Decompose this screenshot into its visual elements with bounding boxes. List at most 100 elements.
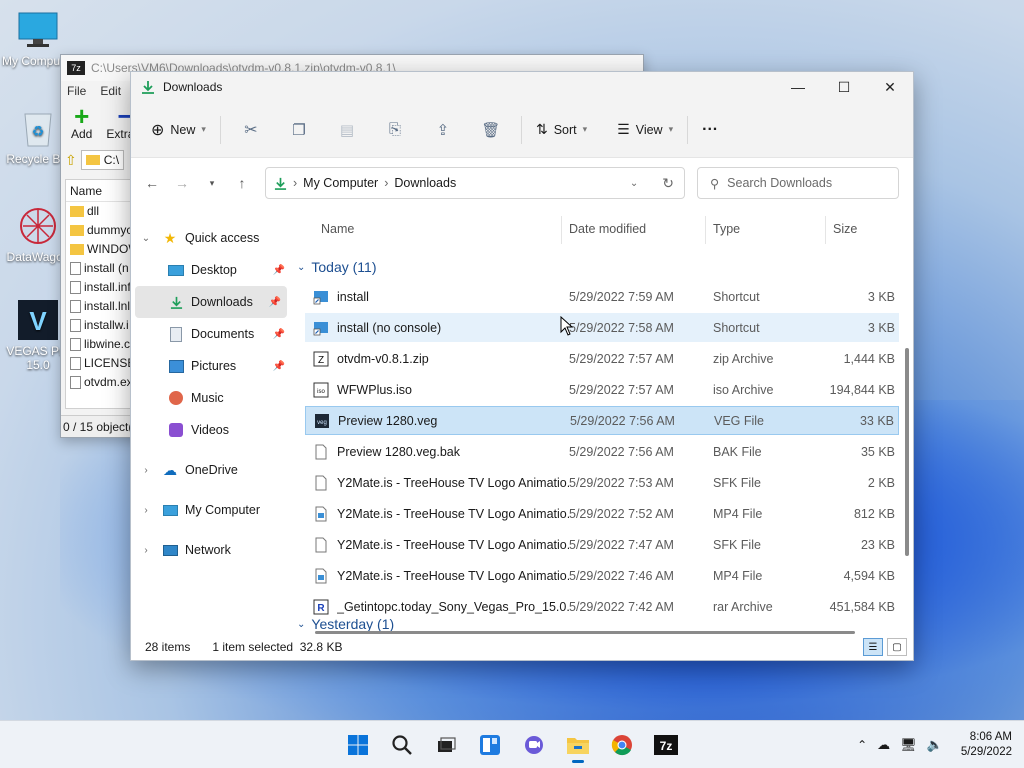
task-view-button[interactable]	[426, 725, 466, 765]
list-item[interactable]: install.lnl	[66, 297, 134, 316]
column-divider[interactable]	[825, 216, 826, 244]
speaker-icon[interactable]: 🔈	[927, 737, 943, 753]
list-item[interactable]: dll	[66, 202, 134, 221]
search-button[interactable]	[382, 725, 422, 765]
file-icon	[70, 262, 81, 275]
list-item[interactable]: install.inf	[66, 278, 134, 297]
chrome-button[interactable]	[602, 725, 642, 765]
breadcrumb-downloads[interactable]: Downloads	[394, 176, 456, 190]
chevron-up-icon[interactable]: ⌃	[857, 738, 867, 752]
sidebar-item-desktop[interactable]: Desktop 📌	[131, 254, 291, 286]
sidebar-item-onedrive[interactable]: › ☁ OneDrive	[131, 454, 291, 486]
forward-button[interactable]: →	[167, 168, 197, 198]
up-button[interactable]: ↑	[227, 168, 257, 198]
list-item[interactable]: WINDOW	[66, 240, 134, 259]
share-button[interactable]: ⇪	[419, 114, 467, 146]
file-row[interactable]: Zotvdm-v0.8.1.zip 5/29/2022 7:57 AM zip Ar…	[305, 344, 899, 373]
address-dropdown-icon[interactable]: ⌄	[622, 178, 646, 189]
maximize-button[interactable]: ☐	[821, 72, 867, 102]
file-name: otvdm-v0.8.1.zip	[337, 351, 429, 366]
up-folder-icon[interactable]: ⇧	[65, 152, 77, 169]
recent-locations-button[interactable]: ▾	[197, 168, 227, 198]
group-header-today[interactable]: ⌄ Today (11)	[291, 252, 913, 282]
network-icon[interactable]: 🖥	[900, 737, 917, 753]
sidebar-item-quick-access[interactable]: ⌄ ★ Quick access	[131, 222, 291, 254]
copy-button[interactable]: ❐	[275, 114, 323, 146]
view-button[interactable]: ☰ View ▾	[609, 114, 681, 146]
7zip-taskbar-button[interactable]: 7z	[646, 725, 686, 765]
sidebar-item-music[interactable]: Music	[131, 382, 291, 414]
menu-edit[interactable]: Edit	[100, 84, 121, 98]
list-item[interactable]: dummyc	[66, 221, 134, 240]
sort-icon: ⇅	[535, 121, 548, 137]
address-bar[interactable]: › My Computer › Downloads ⌄ ↻	[265, 167, 685, 199]
file-row[interactable]: Y2Mate.is - TreeHouse TV Logo Animatio..…	[305, 561, 899, 590]
refresh-icon[interactable]: ↻	[652, 175, 684, 192]
rename-button[interactable]: ⎘	[371, 114, 419, 146]
column-type[interactable]: Type	[713, 222, 740, 236]
sidebar-item-my-computer[interactable]: › My Computer	[131, 494, 291, 526]
chat-button[interactable]	[514, 725, 554, 765]
vegas-icon: V	[16, 300, 60, 340]
column-size[interactable]: Size	[833, 222, 857, 236]
breadcrumb-my-computer[interactable]: My Computer	[303, 176, 378, 190]
chevron-right-icon[interactable]: ›	[139, 545, 153, 556]
file-row[interactable]: Y2Mate.is - TreeHouse TV Logo Animatio..…	[305, 499, 899, 528]
7zip-address-input[interactable]: C:\	[80, 150, 125, 170]
chevron-right-icon[interactable]: ›	[139, 465, 153, 476]
sidebar-item-downloads[interactable]: Downloads 📌	[135, 286, 287, 318]
7zip-column-name[interactable]: Name	[66, 180, 134, 202]
file-name: Y2Mate.is - TreeHouse TV Logo Animatio..…	[337, 568, 569, 583]
explorer-titlebar[interactable]: Downloads — ☐ ✕	[131, 72, 913, 102]
navigation-pane[interactable]: ⌄ ★ Quick access Desktop 📌 Downloads 📌 D…	[131, 208, 291, 636]
file-list[interactable]: Name Date modified Type Size ⌄ Today (11…	[291, 208, 913, 636]
menu-file[interactable]: File	[67, 84, 86, 98]
back-button[interactable]: ←	[137, 168, 167, 198]
start-button[interactable]	[338, 725, 378, 765]
sidebar-item-network[interactable]: › Network	[131, 534, 291, 566]
chevron-right-icon[interactable]: ›	[139, 505, 153, 516]
minimize-button[interactable]: —	[775, 72, 821, 102]
cut-button[interactable]: ✂	[227, 114, 275, 146]
paste-button[interactable]: ▤	[323, 114, 371, 146]
sort-button[interactable]: ⇅ Sort ▾	[528, 114, 595, 146]
file-row[interactable]: Y2Mate.is - TreeHouse TV Logo Animatio..…	[305, 530, 899, 559]
add-button[interactable]: + Add	[71, 103, 92, 141]
7zip-file-list[interactable]: Name dll dummyc WINDOW install (n install.in…	[65, 179, 135, 409]
column-divider[interactable]	[705, 216, 706, 244]
svg-text:V: V	[29, 306, 47, 336]
column-name[interactable]: Name	[321, 222, 354, 236]
file-explorer-taskbar-button[interactable]	[558, 725, 598, 765]
clock[interactable]: 8:06 AM 5/29/2022	[961, 730, 1012, 760]
list-item[interactable]: otvdm.ex	[66, 373, 134, 392]
close-button[interactable]: ✕	[867, 72, 913, 102]
new-button[interactable]: ⊕ New ▾	[143, 114, 214, 146]
cloud-offline-icon[interactable]: ☁	[877, 737, 890, 753]
search-input[interactable]: ⚲ Search Downloads	[697, 167, 899, 199]
more-icon: ···	[702, 120, 719, 138]
sidebar-item-pictures[interactable]: Pictures 📌	[131, 350, 291, 382]
more-options-button[interactable]: ···	[694, 114, 726, 146]
list-item[interactable]: LICENSE	[66, 354, 134, 373]
file-type: MP4 File	[713, 506, 763, 521]
file-explorer-window[interactable]: Downloads — ☐ ✕ ⊕ New ▾ ✂ ❐ ▤ ⎘ ⇪ 🗑 ⇅ So…	[130, 71, 914, 661]
file-row[interactable]: Y2Mate.is - TreeHouse TV Logo Animatio..…	[305, 468, 899, 497]
chevron-down-icon[interactable]: ⌄	[139, 233, 153, 244]
large-icons-view-button[interactable]: ▢	[887, 638, 907, 656]
file-row[interactable]: veg Preview 1280.veg 5/29/2022 7:56 AM VEG …	[305, 406, 899, 435]
vertical-scrollbar[interactable]	[905, 348, 909, 556]
widgets-button[interactable]	[470, 725, 510, 765]
details-view-button[interactable]: ☰	[863, 638, 883, 656]
sidebar-item-documents[interactable]: Documents 📌	[131, 318, 291, 350]
file-row[interactable]: install (no console) 5/29/2022 7:58 AM Sho…	[305, 313, 899, 342]
list-item[interactable]: libwine.c	[66, 335, 134, 354]
column-date-modified[interactable]: Date modified	[569, 222, 646, 236]
delete-button[interactable]: 🗑	[467, 114, 515, 146]
file-row[interactable]: install 5/29/2022 7:59 AM Shortcut 3 KB	[305, 282, 899, 311]
column-divider[interactable]	[561, 216, 562, 244]
list-item[interactable]: installw.i	[66, 316, 134, 335]
list-item[interactable]: install (n	[66, 259, 134, 278]
sidebar-item-videos[interactable]: Videos	[131, 414, 291, 446]
file-row[interactable]: iso WFWPlus.iso 5/29/2022 7:57 AM iso Archi…	[305, 375, 899, 404]
file-row[interactable]: Preview 1280.veg.bak 5/29/2022 7:56 AM BAK…	[305, 437, 899, 466]
